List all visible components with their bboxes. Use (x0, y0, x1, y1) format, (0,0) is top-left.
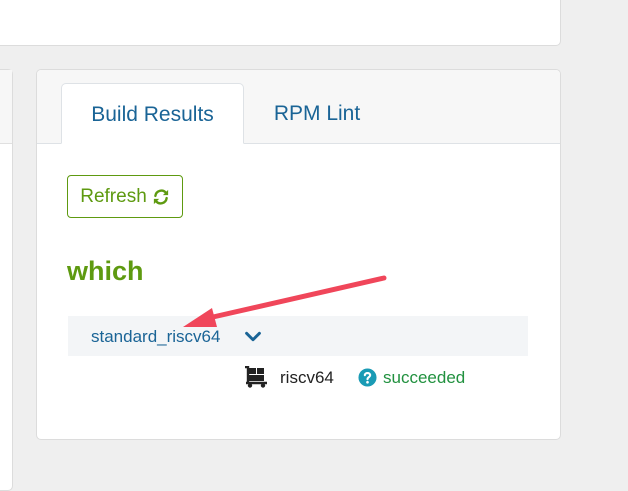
package-name: which (67, 256, 144, 286)
question-circle-icon (358, 368, 377, 387)
build-results-card: Build Results RPM Lint Refresh which sta… (36, 69, 561, 440)
tab-rpm-lint[interactable]: RPM Lint (252, 83, 382, 144)
refresh-icon (153, 188, 168, 205)
left-panel (0, 69, 13, 491)
build-status-link[interactable]: succeeded (383, 368, 465, 388)
chevron-down-icon[interactable] (242, 326, 264, 348)
tab-build-results[interactable]: Build Results (61, 83, 244, 144)
refresh-label: Refresh (80, 185, 147, 207)
refresh-button[interactable]: Refresh (67, 175, 183, 218)
arch-label: riscv64 (280, 368, 334, 387)
top-panel (0, 0, 561, 46)
left-panel-header (0, 70, 12, 144)
dolly-icon (245, 366, 267, 388)
tab-bar: Build Results RPM Lint (37, 70, 560, 144)
repository-link[interactable]: standard_riscv64 (91, 316, 220, 356)
repository-row: standard_riscv64 (68, 316, 528, 356)
